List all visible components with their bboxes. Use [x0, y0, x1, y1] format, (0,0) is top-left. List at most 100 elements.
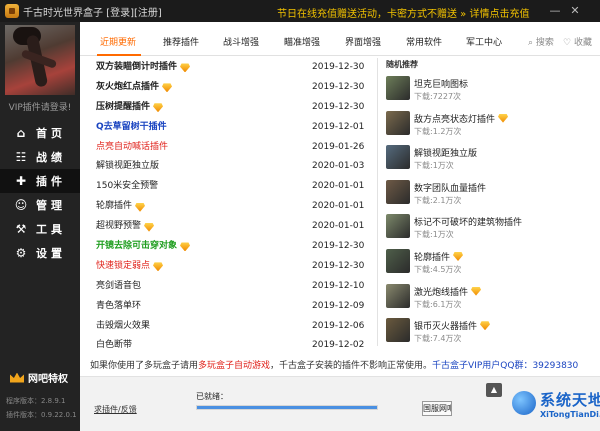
puzzle-icon: ✚ — [15, 174, 27, 188]
plugin-name[interactable]: 青色落单环 — [96, 297, 141, 317]
recommend-name-text: 银币灭火器插件 — [414, 322, 478, 333]
recommend-item[interactable]: 解锁视距独立版 下载:1万次 — [386, 145, 596, 175]
plugin-name-text: 青色落单环 — [96, 300, 142, 311]
plugin-name-text: 超视野预警 — [96, 221, 142, 232]
plugin-name-text: 开镜去除可击穿对象 — [96, 241, 178, 252]
tab-military-center[interactable]: 军工中心 — [466, 35, 502, 48]
tab-interface[interactable]: 界面增强 — [345, 35, 381, 48]
plugin-row[interactable]: 轮廓插件 2020-01-01 — [96, 197, 366, 217]
tab-recommended[interactable]: 推荐插件 — [163, 35, 199, 48]
collect-button[interactable]: ♡ 收藏 — [563, 35, 592, 48]
plugin-name[interactable]: 灰火炮红点插件 — [96, 78, 173, 98]
recommend-item[interactable]: 敌方点亮状态灯插件 下载:1.2万次 — [386, 110, 596, 141]
user-manage-icon: ☺ — [14, 198, 28, 212]
plugin-name[interactable]: Q去草留树干插件 — [96, 118, 167, 138]
plugin-name[interactable]: 超视野预警 — [96, 217, 155, 237]
recommend-name[interactable]: 激光炮线插件 — [414, 285, 482, 298]
plugin-row[interactable]: 击毁烟火效果 2019-12-06 — [96, 317, 366, 337]
plugin-row[interactable]: 150米安全预警 2020-01-01 — [96, 177, 366, 197]
plugin-name[interactable]: 轮廓插件 — [96, 197, 146, 217]
close-icon[interactable]: ✕ — [566, 2, 584, 20]
promo-link[interactable]: 节日在线充值赠送活动，卡密方式不赠送 » 详情点击充值 — [277, 5, 529, 20]
recommend-name[interactable]: 敌方点亮状态灯插件 — [414, 112, 509, 125]
plugin-name[interactable]: 解锁视距独立版 — [96, 157, 159, 177]
recommend-downloads: 下载:6.1万次 — [414, 299, 462, 309]
recommend-name[interactable]: 标记不可破坏的建筑物插件 — [414, 215, 522, 228]
recommend-thumbnail[interactable] — [386, 318, 410, 343]
plugin-date: 2020-01-03 — [312, 161, 365, 172]
recommend-name-text: 解锁视距独立版 — [414, 149, 478, 160]
vip-login-tip[interactable]: VIP插件请登录! — [0, 100, 80, 113]
notice-qq-group[interactable]: 千古盒子VIP用户QQ群：39293830 — [432, 361, 578, 371]
plugin-row[interactable]: 压树提醒插件 2019-12-30 — [96, 98, 366, 118]
recommend-name[interactable]: 银币灭火器插件 — [414, 319, 491, 333]
plugin-row[interactable]: 点亮自动喊话插件 2019-01-26 — [96, 138, 366, 158]
recommend-item[interactable]: 银币灭火器插件 下载:7.4万次 — [386, 318, 596, 348]
avatar[interactable] — [5, 25, 75, 95]
plugin-name[interactable]: 快速锁定弱点 — [96, 257, 164, 277]
recommend-name[interactable]: 解锁视距独立版 — [414, 146, 477, 159]
sidebar-item-3[interactable]: ☺ 管理 — [0, 193, 80, 217]
app-title[interactable]: 千古时光世界盒子 [登录][注册] — [23, 4, 162, 19]
recommend-thumbnail[interactable] — [386, 110, 410, 135]
recommend-thumbnail[interactable] — [386, 214, 410, 239]
sidebar-item-1[interactable]: ☷ 战绩 — [0, 145, 80, 169]
sidebar-item-5[interactable]: ⚙ 设置 — [0, 241, 80, 265]
recommend-item[interactable]: 数字团队血量插件 下载:2.1万次 — [386, 179, 596, 210]
crown-icon — [10, 372, 24, 383]
search-button[interactable]: ⌕ 搜索 — [528, 35, 554, 48]
plugin-name[interactable]: 亮剑语音包 — [96, 277, 141, 297]
plugin-row[interactable]: 快速锁定弱点 2019-12-30 — [96, 257, 366, 277]
recommend-name[interactable]: 坦克巨响图标 — [414, 77, 468, 90]
plugin-name[interactable]: 开镜去除可击穿对象 — [96, 237, 191, 257]
tab-recent-updates[interactable]: 近期更新 — [100, 35, 136, 48]
recommend-name[interactable]: 数字团队血量插件 — [414, 181, 486, 194]
plugin-name[interactable]: 白色断带 — [96, 336, 132, 356]
bottom-bar: 求插件/反馈 已就绪： 国服网吧 ▲ 系统天地 XiTongTianDi.net — [80, 376, 600, 431]
recommend-item[interactable]: 激光炮线插件 下载:6.1万次 — [386, 283, 596, 314]
sidebar-item-4[interactable]: ⚒ 工具 — [0, 217, 80, 241]
plugin-row[interactable]: 青色落单环 2019-12-09 — [96, 297, 366, 317]
recommend-thumbnail[interactable] — [386, 76, 410, 100]
feedback-link[interactable]: 求插件/反馈 — [94, 404, 137, 415]
recommend-thumbnail[interactable] — [386, 179, 410, 204]
sidebar-item-0[interactable]: ⌂ 首页 — [0, 121, 80, 145]
progress-fill — [197, 406, 377, 409]
tab-aiming[interactable]: 瞄准增强 — [284, 35, 320, 48]
netcafe-privilege[interactable]: 网吧特权 — [0, 370, 80, 385]
plugin-name[interactable]: 双方装瞄倒计时插件 — [96, 58, 191, 78]
recommend-item[interactable]: 标记不可破坏的建筑物插件 下载:1万次 — [386, 214, 596, 244]
recommend-item[interactable]: 坦克巨响图标 下载:7227次 — [386, 76, 596, 106]
plugin-row[interactable]: 双方装瞄倒计时插件 2019-12-30 — [96, 58, 366, 78]
netcafe-server-button[interactable]: 国服网吧 — [422, 401, 452, 416]
plugin-name-text: 亮剑语音包 — [96, 280, 142, 291]
gear-icon: ⚙ — [15, 246, 27, 260]
plugin-date: 2019-12-09 — [312, 300, 365, 311]
scroll-up-button[interactable]: ▲ — [486, 383, 502, 397]
sidebar-item-2[interactable]: ✚ 插件 — [0, 169, 80, 193]
recommend-name[interactable]: 轮廓插件 — [414, 250, 464, 263]
recommend-downloads: 下载:1万次 — [414, 161, 454, 171]
plugin-row[interactable]: 白色断带 2019-12-02 — [96, 336, 366, 356]
plugin-row[interactable]: 超视野预警 2020-01-01 — [96, 217, 366, 237]
notice-link-autogame[interactable]: 多玩盒子自动游戏 — [198, 361, 270, 371]
recommend-thumbnail[interactable] — [386, 145, 410, 170]
plugin-name[interactable]: 压树提醒插件 — [96, 98, 164, 118]
recommend-downloads: 下载:2.1万次 — [414, 195, 462, 205]
plugin-row[interactable]: 解锁视距独立版 2020-01-03 — [96, 157, 366, 177]
tab-common-software[interactable]: 常用软件 — [406, 35, 442, 48]
recommend-item[interactable]: 轮廓插件 下载:4.5万次 — [386, 249, 596, 279]
plugin-row[interactable]: 灰火炮红点插件 2019-12-30 — [96, 78, 366, 98]
plugin-name[interactable]: 150米安全预警 — [96, 177, 158, 197]
recommend-thumbnail[interactable] — [386, 249, 410, 273]
sidebar-item-label: 首页 — [36, 127, 66, 140]
recommend-thumbnail[interactable] — [386, 283, 410, 308]
plugin-row[interactable]: 开镜去除可击穿对象 2019-12-30 — [96, 237, 366, 257]
recommend-downloads: 下载:7.4万次 — [414, 334, 462, 344]
minimize-icon[interactable]: — — [546, 2, 564, 20]
plugin-row[interactable]: Q去草留树干插件 2019-12-01 — [96, 118, 366, 138]
plugin-row[interactable]: 亮剑语音包 2019-12-10 — [96, 277, 366, 297]
tab-combat[interactable]: 战斗增强 — [223, 35, 259, 48]
plugin-name[interactable]: 点亮自动喊话插件 — [96, 138, 168, 158]
plugin-name[interactable]: 击毁烟火效果 — [96, 317, 150, 337]
